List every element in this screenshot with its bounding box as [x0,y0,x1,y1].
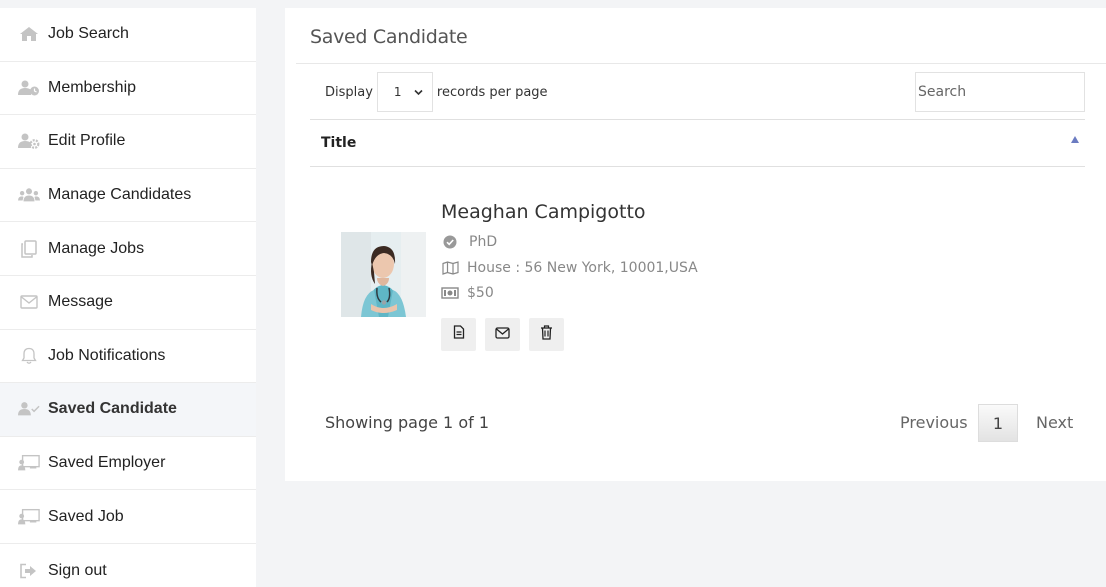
sidebar-item-label: Saved Candidate [48,400,177,418]
records-per-page-value: 1 [393,85,402,99]
column-header-title[interactable]: Title [321,135,356,151]
page-title: Saved Candidate [310,26,468,48]
sidebar-item-job-notifications[interactable]: Job Notifications [0,330,256,384]
sidebar-item-label: Message [48,293,113,311]
pagination-next[interactable]: Next [1036,413,1073,432]
sort-ascending-icon[interactable] [1071,136,1079,143]
candidate-address: House : 56 New York, 10001,USA [441,260,698,276]
chalkboard-user-icon [18,508,40,526]
check-circle-icon [441,235,459,249]
map-icon [441,261,459,275]
table-divider [310,119,1085,120]
sidebar-item-saved-employer[interactable]: Saved Employer [0,437,256,491]
candidate-photo [341,232,426,317]
sidebar-item-label: Saved Job [48,507,124,525]
sidebar-item-label: Saved Employer [48,454,166,472]
records-per-page-select[interactable]: 1 [376,72,433,112]
sidebar-item-label: Sign out [48,561,107,579]
bell-icon [18,347,40,365]
address-text: House : 56 New York, 10001,USA [467,260,698,276]
delete-candidate-button[interactable] [529,318,564,351]
home-icon [18,25,40,43]
user-check-icon [18,400,40,418]
sidebar-item-label: Membership [48,78,137,96]
envelope-icon [495,326,510,344]
pagination-previous[interactable]: Previous [900,413,968,432]
sidebar-item-label: Edit Profile [48,132,126,150]
sidebar-item-edit-profile[interactable]: Edit Profile [0,115,256,169]
sidebar-item-message[interactable]: Message [0,276,256,330]
records-per-page-control: Display 1 records per page [325,72,548,112]
sidebar-item-manage-jobs[interactable]: Manage Jobs [0,222,256,276]
user-clock-icon [18,79,40,97]
message-candidate-button[interactable] [485,318,520,351]
sidebar: Job Search Membership Edit Profile Manag… [0,8,256,587]
records-per-page-label: records per page [436,84,548,100]
sidebar-item-label: Job Search [48,25,129,43]
chevron-down-icon [414,85,423,99]
degree-text: PhD [469,234,498,250]
title-divider [296,63,1106,64]
sidebar-item-job-search[interactable]: Job Search [0,8,256,62]
sign-out-icon [18,562,40,580]
sidebar-item-manage-candidates[interactable]: Manage Candidates [0,169,256,223]
pagination-info: Showing page 1 of 1 [325,413,489,432]
pagination-page-1[interactable]: 1 [978,404,1018,442]
chalkboard-user-icon [18,454,40,472]
users-icon [18,186,40,204]
view-resume-button[interactable] [441,318,476,351]
copy-icon [18,239,40,258]
file-icon [453,325,465,344]
trash-icon [540,324,553,345]
user-gear-icon [18,132,40,150]
sidebar-item-label: Manage Candidates [48,186,192,204]
sidebar-item-membership[interactable]: Membership [0,62,256,116]
table-divider [310,166,1085,167]
money-bill-icon [441,286,459,300]
saved-candidate-panel: Saved Candidate Display 1 records per pa… [285,8,1106,481]
candidate-rate: $50 [441,285,494,301]
envelope-icon [18,293,40,311]
candidate-name[interactable]: Meaghan Campigotto [441,201,646,223]
candidate-degree: PhD [441,234,497,250]
display-label: Display [325,84,373,100]
sidebar-item-label: Manage Jobs [48,239,145,257]
search-input[interactable] [915,72,1085,112]
sidebar-item-saved-candidate[interactable]: Saved Candidate [0,383,256,437]
rate-text: $50 [467,285,494,301]
sidebar-item-sign-out[interactable]: Sign out [0,544,256,587]
sidebar-item-saved-job[interactable]: Saved Job [0,490,256,544]
sidebar-item-label: Job Notifications [48,346,166,364]
